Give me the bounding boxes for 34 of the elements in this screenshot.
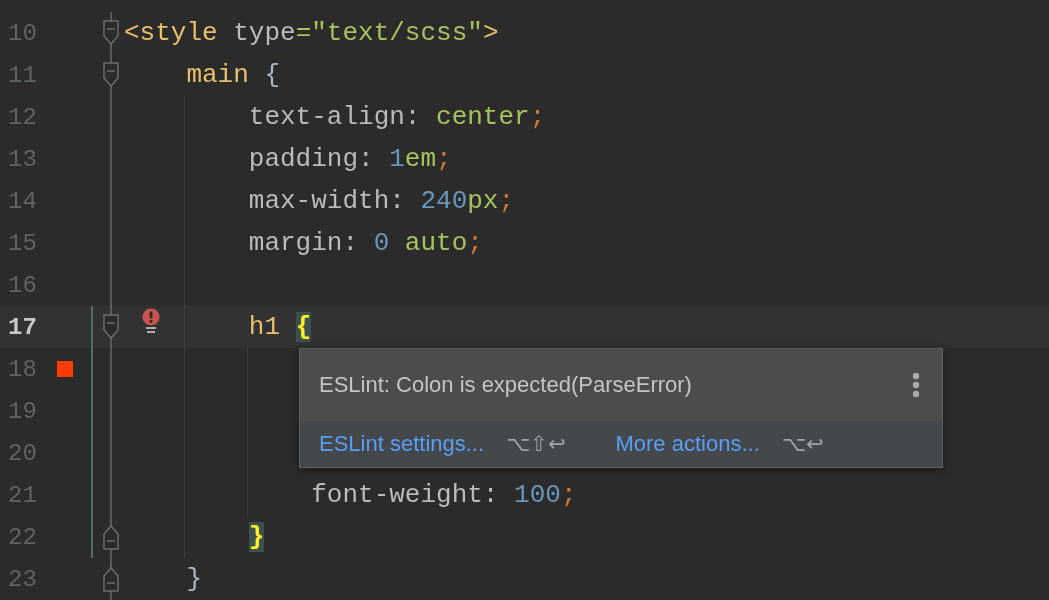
line-number: 12 [7,103,38,131]
line-number: 23 [7,565,38,593]
code-line: main { [186,60,281,90]
code-line: text-align: center; [248,102,546,132]
error-message: ESLint: Colon is expected(ParseError) [319,372,692,398]
more-options-icon[interactable] [912,372,920,398]
code-line: max-width: 240px; [248,186,515,216]
line-number: 14 [7,187,38,215]
code-line: margin: 0 auto; [248,228,483,258]
line-number: 16 [7,271,38,299]
line-number: 22 [7,523,38,551]
shortcut-label: ⌥⇧↩ [506,432,566,456]
code-line: } [186,564,202,594]
fold-icon[interactable] [102,524,120,550]
line-number: 20 [7,439,38,467]
code-line: font-weight: 100; [311,480,577,510]
line-number: 21 [7,481,38,509]
line-number: 17 [7,313,38,341]
action-link[interactable]: ESLint settings... [319,431,485,457]
line-number: 19 [7,397,38,425]
line-number: 13 [7,145,38,173]
line-number: 18 [7,355,38,383]
line-number: 11 [7,61,38,89]
shortcut-label: ⌥↩ [781,432,824,456]
fold-icon[interactable] [102,62,120,88]
fold-icon[interactable] [102,314,120,340]
fold-icon[interactable] [102,566,120,592]
fold-icon[interactable] [102,20,120,46]
code-line: <style type="text/scss"> [124,18,499,48]
code-line: padding: 1em; [248,144,452,174]
line-number: 10 [7,19,38,47]
action-link[interactable]: More actions... [615,431,760,457]
code-line: h1 { [248,312,312,342]
line-number: 15 [7,229,38,257]
